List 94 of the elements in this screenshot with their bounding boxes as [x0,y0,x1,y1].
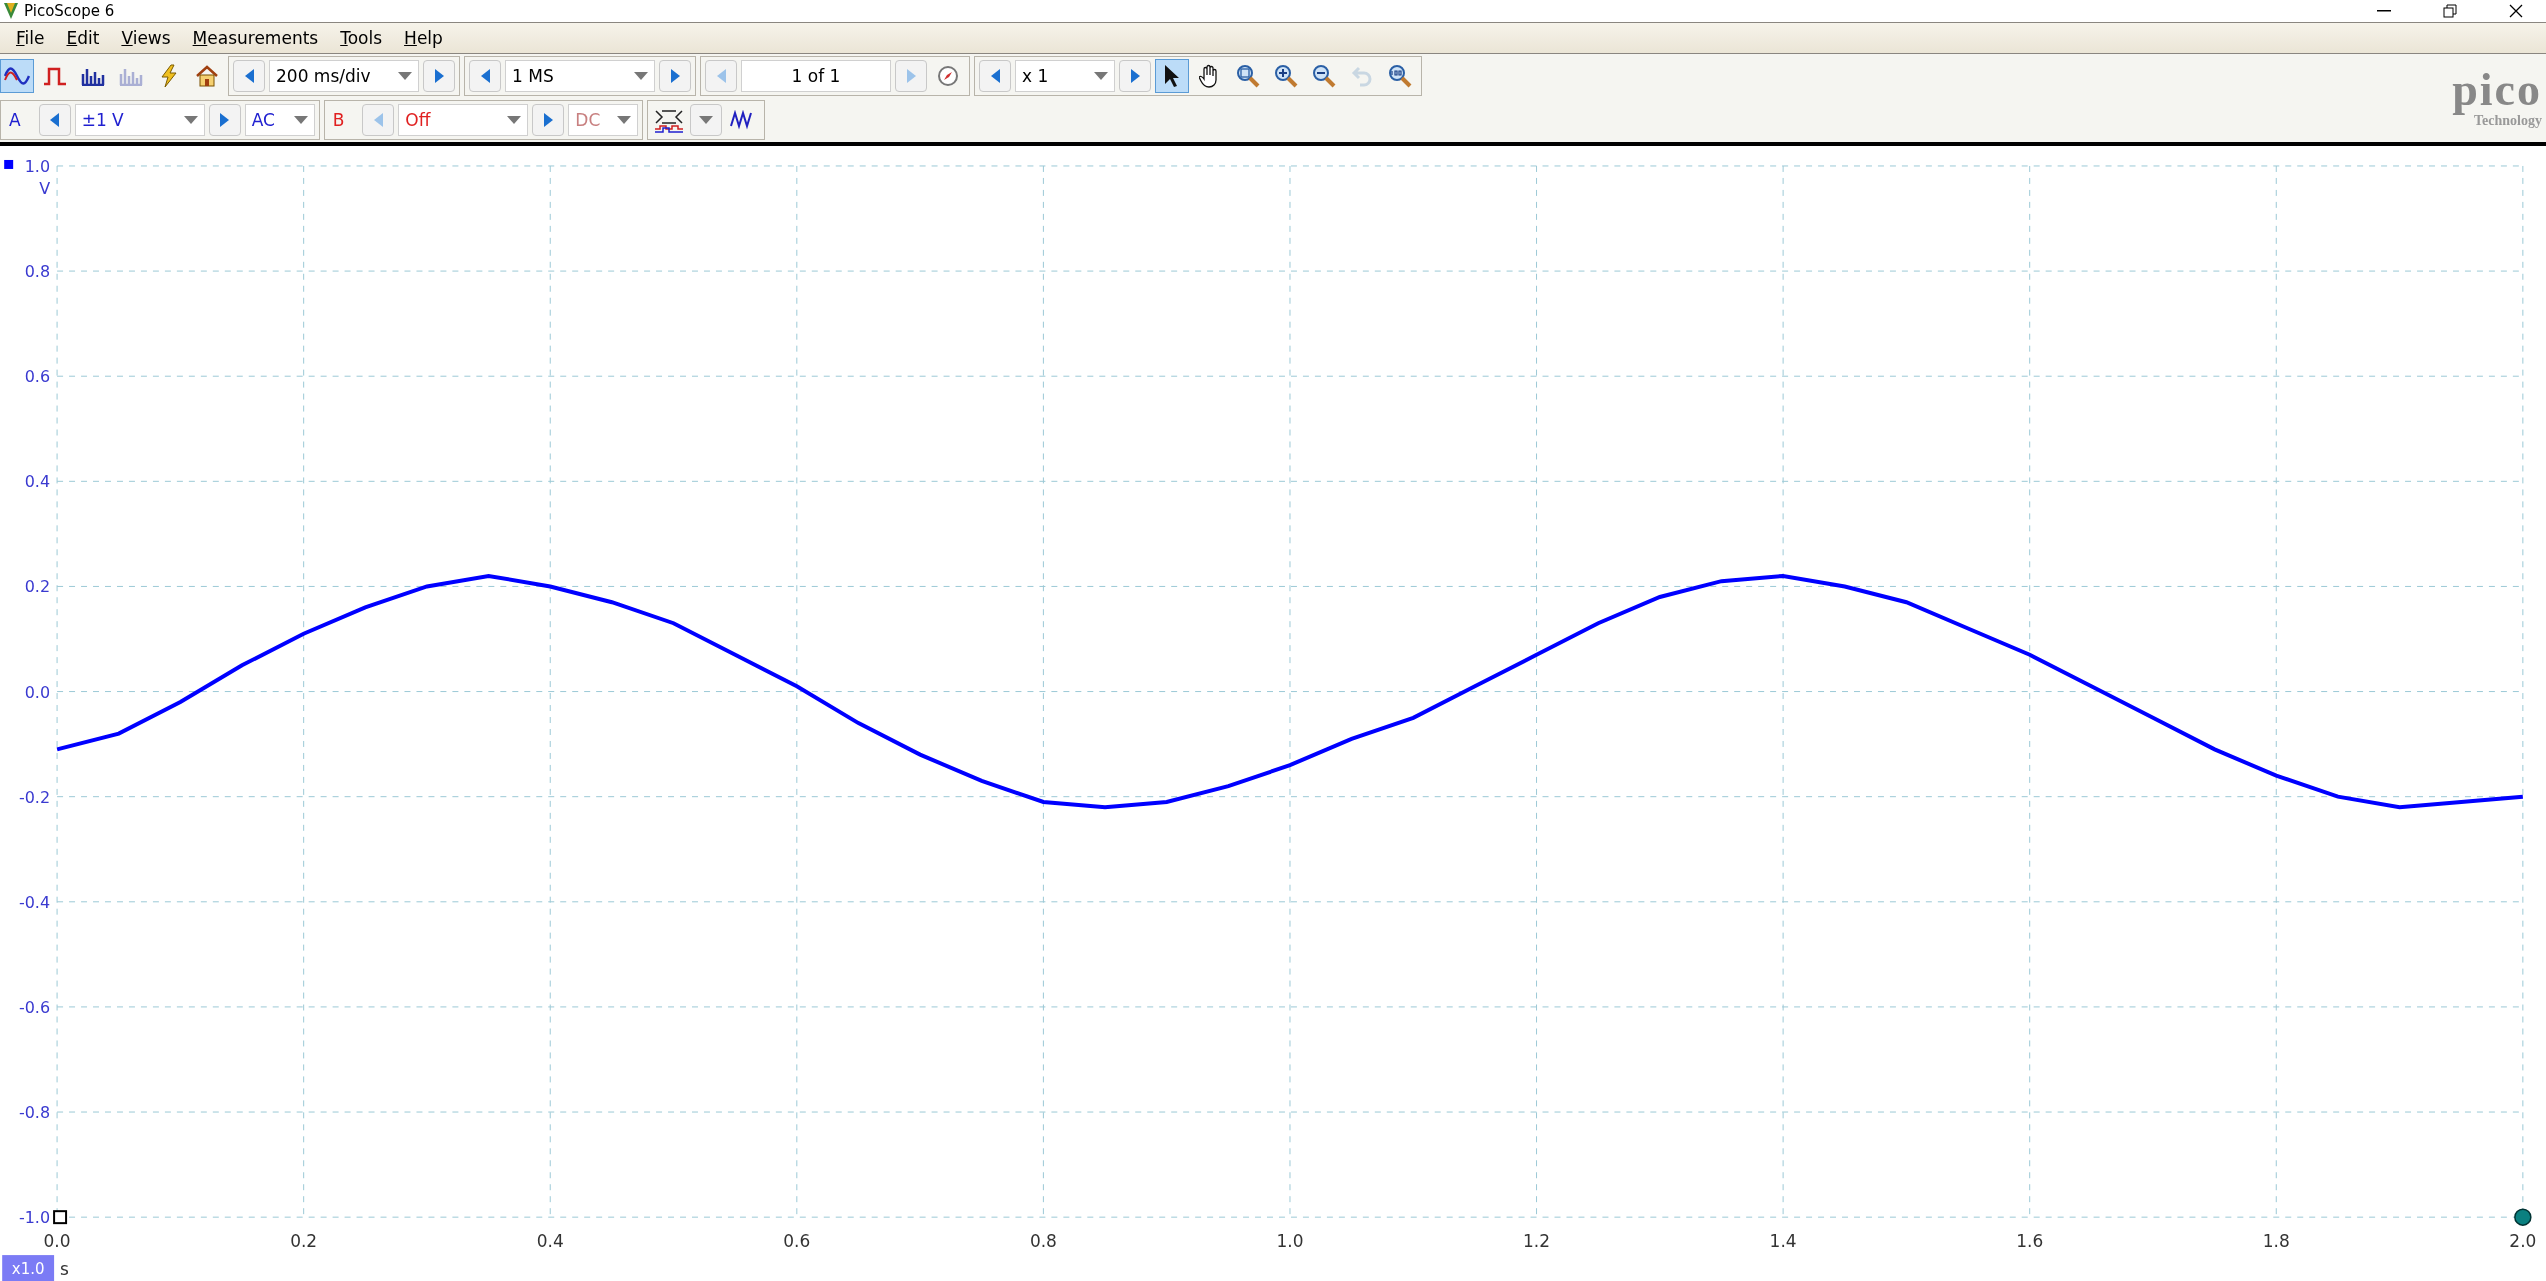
logo-name: pico [2452,66,2542,113]
next-button[interactable] [532,103,565,136]
menu-item[interactable]: Help [396,25,451,50]
y-axis-label: -1.0 [18,1208,51,1228]
left-arrow-icon [480,68,490,83]
previous-button[interactable] [233,59,265,92]
right-arrow-icon [1130,68,1140,83]
y-axis-label: 0.2 [24,577,51,597]
dropdown-caret-icon [617,115,632,124]
left-arrow-icon [50,112,60,127]
next-button[interactable] [659,59,691,92]
channel-button[interactable]: A [5,103,35,136]
zoom-out-icon [1312,63,1336,88]
right-arrow-icon [670,68,680,83]
x-axis-label: 2.0 [2509,1231,2537,1252]
scale-badge[interactable] [2,1255,55,1281]
lightning-icon [159,63,179,88]
y-axis-label: 0.6 [24,367,51,387]
close-icon [2509,4,2523,18]
undo-icon [1351,64,1373,87]
tool-button[interactable] [1155,58,1189,93]
window-title: PicoScope 6 [24,2,116,20]
dropdown-caret-icon [1094,71,1108,80]
menu-item[interactable]: Views [113,25,179,50]
previous-button[interactable] [469,59,501,92]
logo-tagline: Technology [2474,112,2542,129]
y-axis-label: -0.4 [18,892,51,912]
menu-item[interactable]: Tools [332,25,391,50]
dropdown-caret-icon [634,71,648,80]
left-arrow-icon [990,68,1000,83]
x-axis-label: 1.0 [1276,1231,1304,1252]
value-field[interactable]: 200 ms/div [269,59,419,92]
menu-item[interactable]: Measurements [184,25,327,50]
previous-button[interactable] [979,59,1011,92]
x-axis-label: 1.4 [1769,1231,1797,1252]
y-axis-label: -0.2 [18,787,51,807]
mode-button[interactable] [0,58,34,93]
y-axis-label: -0.6 [18,997,51,1017]
y-axis-label: 1.0 [24,156,51,176]
value-field[interactable]: x 1 [1015,59,1115,92]
dropdown-caret-icon [183,115,198,124]
scale-badge-text: x1.0 [11,1260,45,1278]
next-button[interactable] [1119,59,1151,92]
y-axis-label: 0.0 [24,682,51,702]
x-unit-label: s [60,1259,69,1279]
pointer-icon [1164,63,1180,88]
ruler-handle[interactable] [2514,1208,2532,1226]
next-button[interactable] [423,59,455,92]
y-axis-label: -0.8 [18,1103,51,1122]
magnifier-icon [1236,63,1260,88]
app-icon [4,3,18,19]
left-arrow-icon [244,68,254,83]
left-arrow-icon [716,68,726,83]
range-field[interactable]: ±1 V [74,103,205,136]
dropdown-button[interactable] [690,103,723,136]
x-axis-label: 0.4 [536,1231,564,1252]
y-unit-label: V [39,178,51,198]
channel-marker [4,159,14,169]
left-arrow-icon [373,112,383,127]
x-axis-label: 1.8 [2262,1231,2290,1252]
right-arrow-icon [543,112,553,127]
x-axis-label: 0.2 [290,1231,318,1252]
sine-wave-icon [4,65,30,86]
coupling-field[interactable]: AC [244,103,315,136]
dropdown-caret-icon [699,115,714,124]
x-axis-label: 0.0 [43,1231,71,1252]
dropdown-caret-icon [507,115,522,124]
channel-button[interactable]: B [328,103,359,136]
zoom-in-icon [1274,63,1298,88]
magnifier-icon [1388,63,1412,88]
right-arrow-icon [434,68,444,83]
right-arrow-icon [906,68,916,83]
next-button[interactable] [208,103,241,136]
y-axis-label: 0.8 [24,262,51,282]
dropdown-caret-icon [398,71,412,80]
y-axis-label: 0.4 [24,472,51,492]
x-axis-label: 0.8 [1029,1231,1057,1252]
minimize-icon [2377,10,2391,12]
dropdown-caret-icon [293,115,308,124]
restore-icon [2443,4,2457,18]
x-axis-label: 0.6 [783,1231,811,1252]
origin-marker[interactable] [53,1210,68,1225]
range-field[interactable]: Off [398,103,529,136]
menu-item[interactable]: File [8,25,53,50]
x-axis-label: 1.6 [2016,1231,2044,1252]
house-icon [195,64,219,87]
right-arrow-icon [220,112,230,127]
compass-icon [937,64,959,87]
square-pulse-icon [43,65,67,86]
value-field[interactable]: 1 of 1 [741,59,891,92]
value-field[interactable]: 1 MS [505,59,655,92]
menu-item[interactable]: Edit [58,25,108,50]
x-axis-label: 1.2 [1523,1231,1551,1252]
previous-button[interactable] [38,103,71,136]
